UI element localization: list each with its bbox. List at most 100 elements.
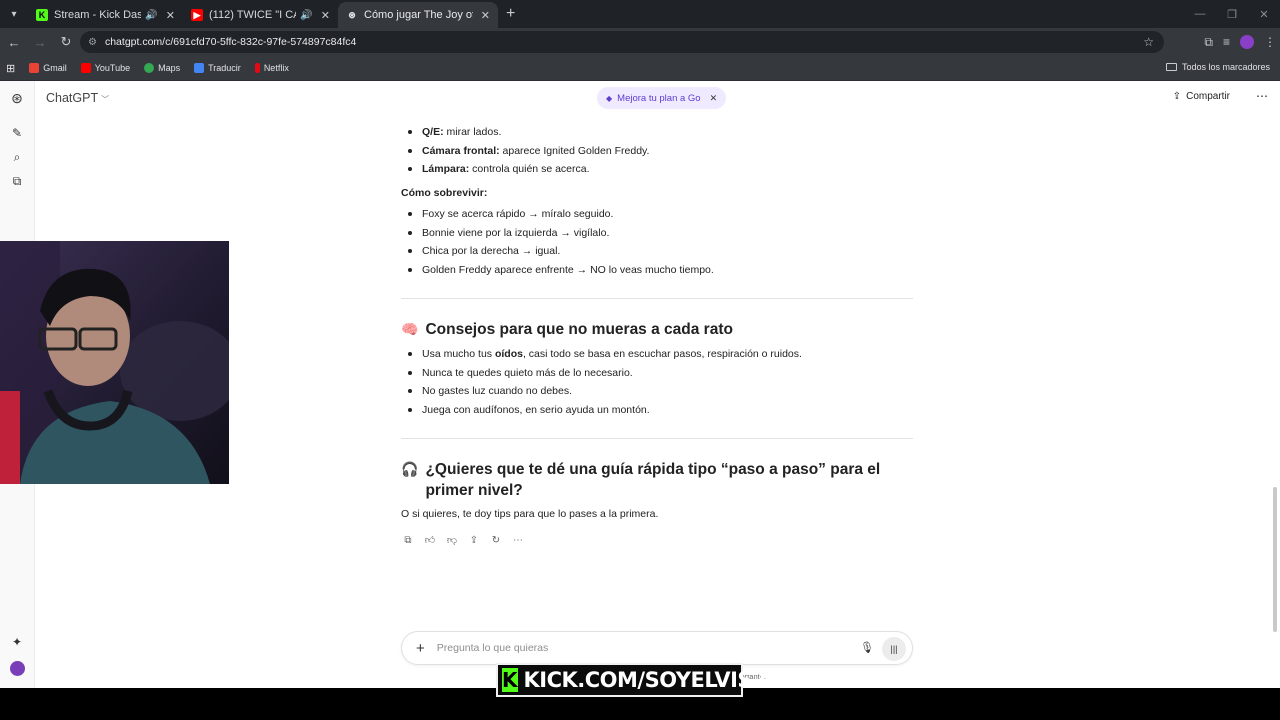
user-avatar[interactable] bbox=[10, 661, 25, 676]
prompt-composer[interactable]: + Pregunta lo que quieras 🎙︎ ||| bbox=[401, 631, 913, 665]
voice-mode-button[interactable]: ||| bbox=[882, 637, 906, 661]
diamond-icon: ◆ bbox=[606, 93, 613, 103]
list-item: Golden Freddy aparece enfrente → NO lo v… bbox=[401, 261, 913, 280]
share-icon[interactable]: ⇪ bbox=[468, 534, 480, 546]
bookmark-youtube[interactable]: YouTube bbox=[80, 63, 131, 73]
prompt-input-placeholder[interactable]: Pregunta lo que quieras bbox=[437, 642, 549, 654]
control-text: controla quién se acerca. bbox=[469, 163, 590, 176]
list-item: Q/E: mirar lados. bbox=[401, 123, 913, 142]
guide-heading-text: ¿Quieres que te dé una guía rápida tipo … bbox=[425, 461, 881, 499]
all-bookmarks-label: Todos los marcadores bbox=[1181, 62, 1270, 72]
browser-menu-icon[interactable]: ⋮ bbox=[1264, 35, 1276, 49]
bookmark-star-icon[interactable]: ☆ bbox=[1143, 35, 1154, 49]
add-attachment-icon[interactable]: + bbox=[416, 640, 425, 657]
tab-title: Cómo jugar The Joy of Creation bbox=[364, 9, 473, 21]
list-item: No gastes luz cuando no debes. bbox=[401, 382, 913, 401]
close-tab-icon[interactable]: ✕ bbox=[166, 9, 175, 22]
new-tab-icon[interactable]: + bbox=[506, 5, 515, 23]
survive-list: Foxy se acerca rápido → míralo seguido. … bbox=[401, 205, 913, 280]
bookmark-maps[interactable]: Maps bbox=[144, 63, 180, 73]
youtube-icon: ▶ bbox=[191, 9, 203, 21]
reload-icon[interactable]: ↻ bbox=[54, 34, 78, 50]
openai-logo-icon[interactable]: ⊛ bbox=[10, 91, 24, 105]
library-icon[interactable]: ⧉ bbox=[10, 174, 24, 188]
close-icon[interactable]: ✕ bbox=[710, 93, 718, 104]
new-chat-icon[interactable]: ✎ bbox=[10, 126, 24, 140]
toolbar-actions: ⧉ ≡ ⋮ bbox=[1204, 28, 1276, 56]
browser-tab-bar: ▾ K Stream - Kick Dashboard 🔊 ✕ ▶ (112) … bbox=[0, 0, 1280, 28]
tip-bold: oídos bbox=[494, 348, 523, 360]
tab-title: (112) TWICE "I CAN'T STOP bbox=[209, 9, 296, 21]
model-selector[interactable]: ChatGPT ﹀ bbox=[46, 91, 109, 105]
tab-chatgpt[interactable]: ⊛ Cómo jugar The Joy of Creation ✕ bbox=[338, 2, 498, 28]
kick-channel-text: KICK.COM/SOYELVIS27 bbox=[523, 668, 781, 692]
tip-text: Usa mucho tus bbox=[422, 348, 495, 360]
sparkle-icon[interactable]: ✦ bbox=[10, 635, 24, 649]
extensions-icon[interactable]: ⧉ bbox=[1204, 35, 1213, 50]
bookmark-label: Gmail bbox=[43, 63, 67, 73]
list-item: Nunca te quedes quieto más de lo necesar… bbox=[401, 364, 913, 383]
tips-list: Usa mucho tus oídos, casi todo se basa e… bbox=[401, 345, 913, 420]
forward-icon[interactable]: → bbox=[28, 35, 52, 50]
guide-heading: 🎧 ¿Quieres que te dé una guía rápida tip… bbox=[401, 459, 913, 501]
close-window-icon[interactable]: ✕ bbox=[1248, 8, 1280, 21]
tab-search-icon[interactable]: ▾ bbox=[0, 0, 28, 28]
bookmark-netflix[interactable]: Netflix bbox=[254, 63, 289, 73]
thumbs-up-icon[interactable]: 👍︎ bbox=[424, 534, 436, 546]
maximize-icon[interactable]: ❐ bbox=[1216, 8, 1248, 21]
control-text: aparece Ignited Golden Freddy. bbox=[499, 144, 650, 157]
more-options-icon[interactable]: ⋯ bbox=[1256, 89, 1268, 103]
microphone-icon[interactable]: 🎙︎ bbox=[860, 641, 874, 654]
back-icon[interactable]: ← bbox=[2, 35, 26, 50]
upgrade-plan-pill[interactable]: ◆ Mejora tu plan a Go ✕ bbox=[597, 87, 727, 109]
kick-channel-banner: K KICK.COM/SOYELVIS27 bbox=[496, 663, 781, 697]
bookmark-gmail[interactable]: Gmail bbox=[29, 63, 67, 73]
tab-kick-dashboard[interactable]: K Stream - Kick Dashboard 🔊 ✕ bbox=[28, 2, 183, 28]
tab-title: Stream - Kick Dashboard bbox=[54, 9, 142, 21]
close-tab-icon[interactable]: ✕ bbox=[321, 9, 330, 22]
regenerate-icon[interactable]: ↻ bbox=[490, 534, 502, 546]
control-text: mirar lados. bbox=[443, 126, 502, 138]
apps-grid-icon[interactable]: ⊞ bbox=[6, 62, 15, 75]
bookmark-label: YouTube bbox=[94, 63, 131, 73]
tips-heading: 🧠 Consejos para que no mueras a cada rat… bbox=[401, 319, 913, 340]
more-options-icon[interactable]: ⋯ bbox=[512, 534, 524, 546]
speaker-icon[interactable]: 🔊 bbox=[300, 10, 312, 21]
list-item: Bonnie viene por la izquierda → vigílalo… bbox=[401, 224, 913, 243]
brain-icon: 🧠 bbox=[401, 321, 419, 337]
control-key: Cámara frontal: bbox=[422, 144, 500, 157]
site-info-icon[interactable]: ⚙ bbox=[88, 37, 97, 48]
media-controls-icon[interactable]: ≡ bbox=[1223, 35, 1230, 49]
window-controls: — ❐ ✕ bbox=[1184, 0, 1280, 28]
share-button[interactable]: ⇪ Compartir bbox=[1173, 91, 1230, 102]
divider bbox=[401, 298, 913, 299]
chatgpt-icon: ⊛ bbox=[348, 9, 356, 20]
minimize-icon[interactable]: — bbox=[1184, 8, 1216, 20]
list-item: Usa mucho tus oídos, casi todo se basa e… bbox=[401, 345, 913, 364]
gmail-icon bbox=[29, 63, 40, 73]
close-tab-icon[interactable]: ✕ bbox=[481, 9, 490, 22]
search-icon[interactable]: ⌕ bbox=[10, 150, 24, 164]
url-bar[interactable]: ⚙ chatgpt.com/c/691cfd70-5ffc-832c-97fe-… bbox=[80, 31, 1164, 53]
headphones-icon: 🎧 bbox=[401, 461, 419, 477]
netflix-icon bbox=[254, 63, 260, 73]
bookmark-traducir[interactable]: Traducir bbox=[194, 63, 241, 73]
list-item: Foxy se acerca rápido → míralo seguido. bbox=[401, 205, 913, 224]
tab-youtube[interactable]: ▶ (112) TWICE "I CAN'T STOP 🔊 ✕ bbox=[183, 2, 338, 28]
control-key: Q/E: bbox=[422, 126, 444, 138]
tips-heading-text: Consejos para que no mueras a cada rato bbox=[425, 321, 733, 338]
list-item: Chica por la derecha → igual. bbox=[401, 242, 913, 261]
control-key: Lámpara: bbox=[422, 163, 470, 176]
profile-avatar[interactable] bbox=[1240, 35, 1254, 49]
copy-icon[interactable]: ⧉ bbox=[402, 534, 414, 546]
message-actions: ⧉ 👍︎ 👎︎ ⇪ ↻ ⋯ bbox=[402, 534, 524, 547]
address-toolbar: ← → ↻ ⚙ chatgpt.com/c/691cfd70-5ffc-832c… bbox=[0, 28, 1280, 56]
bookmark-label: Traducir bbox=[208, 63, 241, 73]
speaker-icon[interactable]: 🔊 bbox=[145, 10, 157, 21]
controls-list: Q/E: mirar lados. Cámara frontal: aparec… bbox=[401, 123, 913, 179]
thumbs-down-icon[interactable]: 👎︎ bbox=[446, 534, 458, 546]
scrollbar[interactable] bbox=[1273, 487, 1277, 632]
divider bbox=[401, 438, 913, 439]
url-text: chatgpt.com/c/691cfd70-5ffc-832c-97fe-57… bbox=[104, 36, 357, 48]
all-bookmarks[interactable]: Todos los marcadores bbox=[1165, 62, 1270, 72]
